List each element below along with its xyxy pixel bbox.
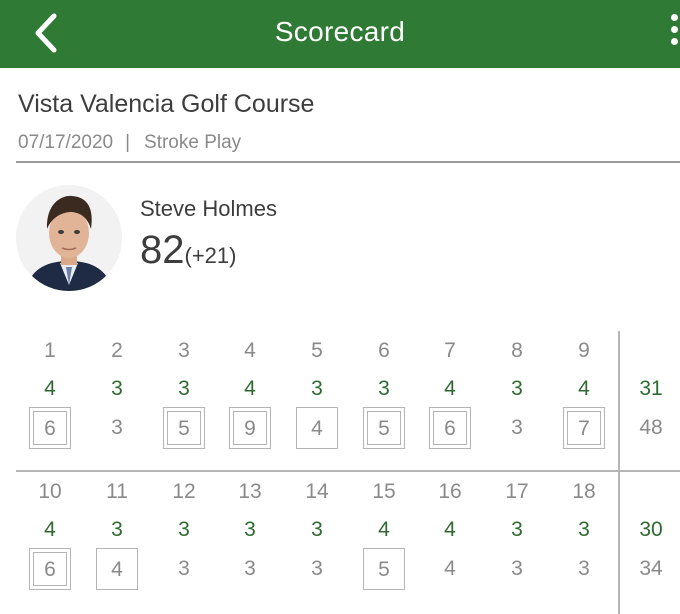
hole-score[interactable]: 6: [29, 548, 71, 590]
hole-par: 3: [378, 377, 390, 400]
hole-number: 6: [378, 339, 390, 362]
course-header: Vista Valencia Golf Course 07/17/2020 | St…: [0, 68, 680, 163]
hole-number: 18: [572, 480, 596, 503]
hole-score[interactable]: 3: [496, 548, 538, 590]
hole-par: 4: [244, 377, 256, 400]
course-meta: 07/17/2020 | Stroke Play: [18, 132, 241, 154]
hole-par: 4: [44, 377, 56, 400]
hole-score[interactable]: 3: [163, 548, 205, 590]
hole-par: 3: [244, 518, 256, 541]
more-menu-button[interactable]: [668, 14, 680, 52]
app-header: Scorecard: [0, 0, 680, 68]
page-title: Scorecard: [274, 16, 406, 47]
round-format: Stroke Play: [144, 132, 242, 153]
hole-par: 3: [311, 518, 323, 541]
hole-score[interactable]: 4: [296, 407, 338, 449]
par-total-out: 31: [639, 377, 663, 400]
hole-score[interactable]: 5: [163, 407, 205, 449]
avatar: [16, 185, 122, 291]
hole-score[interactable]: 3: [496, 407, 538, 449]
hole-score[interactable]: 3: [229, 548, 271, 590]
hole-par: 3: [178, 518, 190, 541]
hole-number: 15: [372, 480, 396, 503]
hole-par: 4: [444, 377, 456, 400]
hole-par: 4: [444, 518, 456, 541]
hole-number: 13: [238, 480, 262, 503]
player-score: 82(+21): [140, 228, 236, 273]
hole-par: 3: [578, 518, 590, 541]
hole-par: 4: [44, 518, 56, 541]
hole-score[interactable]: 4: [429, 548, 471, 590]
hole-number: 9: [578, 339, 590, 362]
hole-number: 7: [444, 339, 456, 362]
hole-number: 1: [44, 339, 56, 362]
hole-score[interactable]: 7: [563, 407, 605, 449]
hole-number: 3: [178, 339, 190, 362]
hole-score[interactable]: 6: [429, 407, 471, 449]
hole-par: 3: [111, 377, 123, 400]
course-name: Vista Valencia Golf Course: [18, 90, 315, 118]
hole-number: 8: [511, 339, 523, 362]
more-vertical-icon: [671, 14, 678, 21]
hole-number: 10: [38, 480, 62, 503]
round-date: 07/17/2020: [18, 132, 114, 153]
score-total: 82: [140, 228, 185, 272]
hole-number: 5: [311, 339, 323, 362]
header-divider: [16, 161, 680, 163]
hole-score[interactable]: 5: [363, 407, 405, 449]
hole-score[interactable]: 9: [229, 407, 271, 449]
hole-number: 4: [244, 339, 256, 362]
hole-number: 2: [111, 339, 123, 362]
score-relative: (+21): [184, 243, 237, 268]
hole-score[interactable]: 3: [96, 407, 138, 449]
player-name: Steve Holmes: [140, 196, 277, 221]
hole-par: 3: [511, 518, 523, 541]
hole-number: 12: [172, 480, 196, 503]
hole-par: 4: [578, 377, 590, 400]
hole-par: 3: [178, 377, 190, 400]
hole-number: 14: [305, 480, 329, 503]
player-photo: [16, 185, 122, 291]
hole-score[interactable]: 3: [296, 548, 338, 590]
score-total-in: 34: [639, 557, 663, 580]
par-total-in: 30: [639, 518, 663, 541]
hole-score[interactable]: 6: [29, 407, 71, 449]
hole-score[interactable]: 5: [363, 548, 405, 590]
score-total-out: 48: [639, 416, 663, 439]
hole-score[interactable]: 4: [96, 548, 138, 590]
hole-par: 3: [311, 377, 323, 400]
hole-par: 4: [378, 518, 390, 541]
hole-number: 17: [505, 480, 529, 503]
hole-score[interactable]: 3: [563, 548, 605, 590]
hole-par: 3: [511, 377, 523, 400]
hole-par: 3: [111, 518, 123, 541]
meta-separator: |: [125, 132, 131, 153]
hole-number: 16: [438, 480, 462, 503]
hole-number: 11: [106, 480, 128, 503]
